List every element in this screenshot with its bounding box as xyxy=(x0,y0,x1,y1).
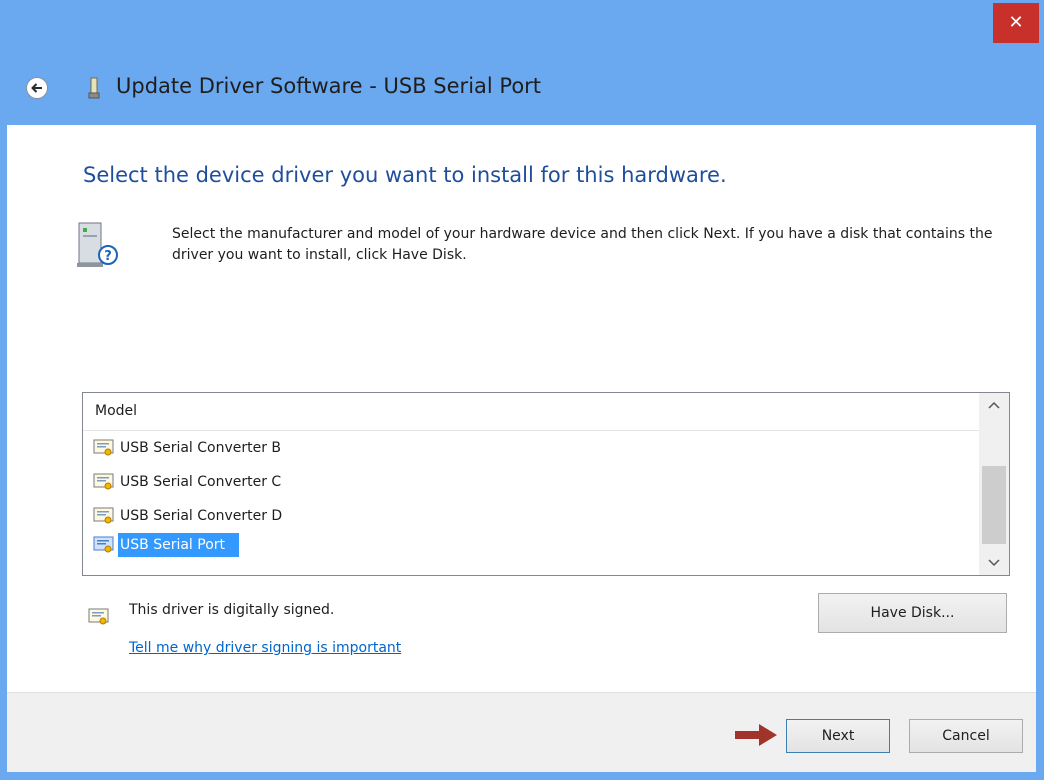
usb-device-icon xyxy=(88,77,100,99)
model-header-label: Model xyxy=(95,403,138,419)
scroll-down-button[interactable] xyxy=(979,551,1009,575)
list-item-label: USB Serial Converter D xyxy=(120,508,283,524)
certificate-icon xyxy=(93,536,114,553)
signature-status: This driver is digitally signed. xyxy=(129,602,335,618)
instructions-text: Select the manufacturer and model of you… xyxy=(172,226,993,263)
certificate-icon xyxy=(93,439,114,456)
list-item-label: USB Serial Port xyxy=(118,533,240,557)
arrow-right-icon xyxy=(735,724,777,746)
scroll-thumb[interactable] xyxy=(982,466,1006,544)
svg-text:?: ? xyxy=(104,249,112,264)
back-arrow-icon xyxy=(31,83,42,93)
page-heading: Select the device driver you want to ins… xyxy=(83,163,727,187)
list-item-label: USB Serial Converter C xyxy=(120,474,282,490)
scroll-up-button[interactable] xyxy=(979,393,1009,417)
cancel-button[interactable]: Cancel xyxy=(909,719,1023,753)
chevron-up-icon xyxy=(988,401,1000,409)
chevron-down-icon xyxy=(988,559,1000,567)
model-column-header[interactable]: Model xyxy=(83,393,979,431)
window-title: Update Driver Software - USB Serial Port xyxy=(116,74,542,98)
driver-signing-link[interactable]: Tell me why driver signing is important xyxy=(129,640,401,656)
have-disk-button[interactable]: Have Disk... xyxy=(818,593,1007,633)
dialog-window: ✕ Update Driver Software - USB Serial Po… xyxy=(0,0,1044,780)
back-button[interactable] xyxy=(26,77,48,99)
certificate-icon xyxy=(88,608,109,625)
vertical-scrollbar[interactable] xyxy=(979,393,1009,575)
certificate-icon xyxy=(93,507,114,524)
next-button[interactable]: Next xyxy=(786,719,890,753)
model-list[interactable]: Model USB Serial Converter B USB Serial … xyxy=(82,392,1010,576)
content-panel: Select the device driver you want to ins… xyxy=(7,125,1036,772)
close-button[interactable]: ✕ xyxy=(993,3,1039,43)
certificate-icon xyxy=(93,473,114,490)
list-item-label: USB Serial Converter B xyxy=(120,440,282,456)
button-footer: Next Cancel xyxy=(7,692,1036,772)
hardware-question-icon: ? xyxy=(77,222,118,267)
